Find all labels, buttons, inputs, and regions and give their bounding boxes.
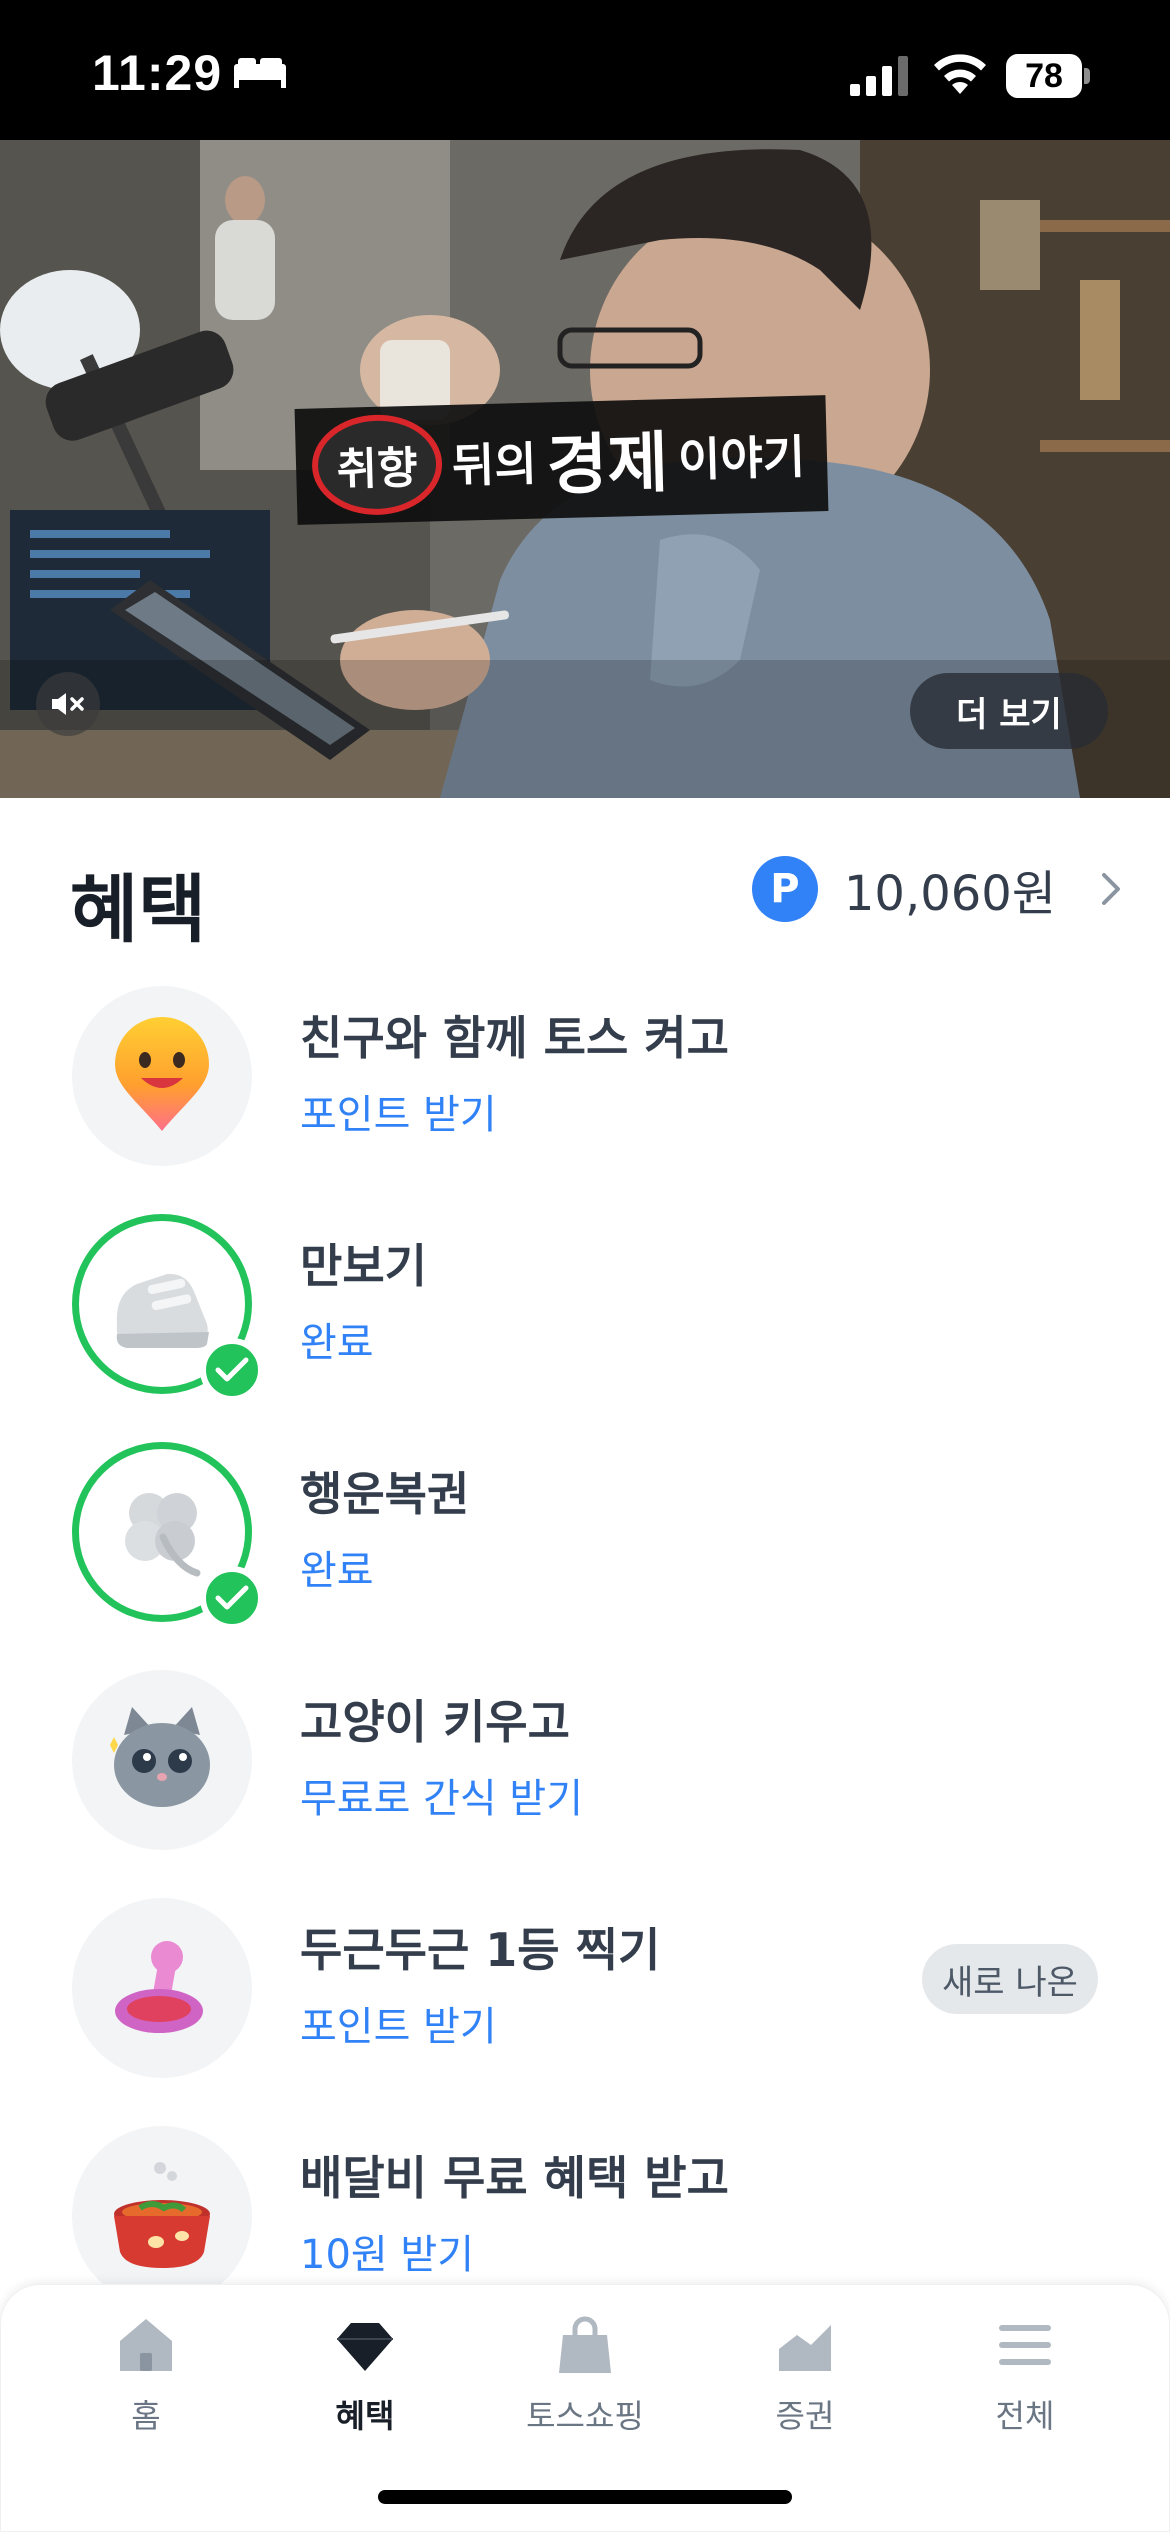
benefit-thumbnail	[72, 2126, 252, 2306]
benefit-title: 고양이 키우고	[300, 1695, 570, 1749]
benefit-title: 두근두근 1등 찍기	[300, 1923, 661, 1977]
benefit-item-raise-cat[interactable]: 고양이 키우고 무료로 간식 받기	[0, 1662, 1170, 1862]
completed-check-icon	[200, 1566, 264, 1630]
benefit-title: 만보기	[300, 1239, 427, 1293]
benefit-subtitle: 포인트 받기	[300, 1092, 497, 1138]
benefit-subtitle: 10원 받기	[300, 2232, 475, 2278]
points-value: 10,060원	[843, 866, 1056, 922]
benefit-title: 행운복권	[300, 1467, 470, 1521]
benefits-header: 혜택 P 10,060원	[0, 798, 1170, 978]
caption-word-mid: 뒤의	[451, 436, 538, 493]
points-balance-link[interactable]: P 10,060원	[751, 856, 1122, 922]
benefit-item-pedometer[interactable]: 만보기 완료	[0, 1206, 1170, 1406]
benefit-item-lucky-lottery[interactable]: 행운복권 완료	[0, 1434, 1170, 1634]
tab-all-menu[interactable]: 전체	[935, 2313, 1115, 2453]
status-time: 11:29	[92, 45, 223, 101]
status-bar: 11:29 78	[0, 0, 1170, 140]
benefit-item-invite-friend[interactable]: 친구와 함께 토스 켜고 포인트 받기	[0, 978, 1170, 1178]
tab-label: 증권	[775, 2397, 835, 2435]
benefit-thumbnail	[72, 986, 252, 1166]
tab-home[interactable]: 홈	[56, 2313, 236, 2453]
signal-icon	[850, 56, 908, 96]
benefit-thumbnail	[72, 1898, 252, 2078]
benefit-subtitle: 포인트 받기	[300, 2004, 497, 2050]
hero-video-banner[interactable]: 취향 뒤의 경제 이야기 더 보기	[0, 140, 1170, 798]
benefit-subtitle: 완료	[300, 1548, 374, 1594]
tab-label: 전체	[995, 2397, 1055, 2435]
gem-icon	[337, 2323, 393, 2371]
stock-chart-icon	[779, 2325, 831, 2371]
home-icon	[120, 2319, 172, 2371]
tab-label: 토스쇼핑	[526, 2397, 644, 2435]
battery-level: 78	[1006, 54, 1082, 98]
point-icon: P	[751, 856, 818, 922]
mute-button[interactable]	[36, 672, 100, 736]
benefit-title: 배달비 무료 혜택 받고	[300, 2151, 729, 2205]
battery-cap	[1084, 68, 1090, 84]
tab-label: 홈	[131, 2397, 161, 2435]
benefit-subtitle: 무료로 간식 받기	[300, 1776, 584, 1822]
benefits-screen: 11:29 78 취향 뒤의 경제 이야기 더 보기 혜택 P 10,060원 …	[0, 0, 1170, 2532]
home-indicator[interactable]	[378, 2490, 792, 2504]
tab-benefits[interactable]: 혜택	[275, 2313, 455, 2453]
stamp-icon	[115, 1941, 203, 2033]
battery-icon: 78	[1006, 54, 1090, 98]
sneaker-icon	[116, 1273, 209, 1348]
benefit-item-first-place-stamp[interactable]: 두근두근 1등 찍기 포인트 받기 새로 나온	[0, 1890, 1170, 2090]
completed-check-icon	[200, 1338, 264, 1402]
benefit-subtitle: 완료	[300, 1320, 374, 1366]
caption-circled-word: 취향	[310, 413, 444, 517]
benefit-thumbnail	[72, 1670, 252, 1850]
shopping-bag-icon	[559, 2316, 611, 2373]
tab-toss-shopping[interactable]: 토스쇼핑	[495, 2313, 675, 2453]
see-more-button[interactable]: 더 보기	[910, 673, 1108, 749]
caption-word-end: 이야기	[677, 429, 806, 487]
tab-label: 혜택	[335, 2397, 395, 2435]
bed-icon	[234, 58, 286, 88]
face-pin-icon	[115, 1017, 209, 1131]
tab-stocks[interactable]: 증권	[715, 2313, 895, 2453]
page-title: 혜택	[70, 867, 207, 953]
wifi-icon	[934, 54, 986, 94]
new-badge: 새로 나온	[922, 1944, 1098, 2014]
clover-icon	[125, 1493, 201, 1577]
video-caption: 취향 뒤의 경제 이야기	[294, 395, 829, 525]
cat-icon	[110, 1707, 210, 1807]
benefit-title: 친구와 함께 토스 켜고	[300, 1011, 729, 1065]
chevron-right-icon	[1102, 873, 1120, 905]
menu-icon	[999, 2325, 1051, 2365]
hotpot-icon	[114, 2162, 210, 2268]
caption-word-big: 경제	[545, 424, 670, 505]
speaker-muted-icon	[52, 693, 84, 715]
